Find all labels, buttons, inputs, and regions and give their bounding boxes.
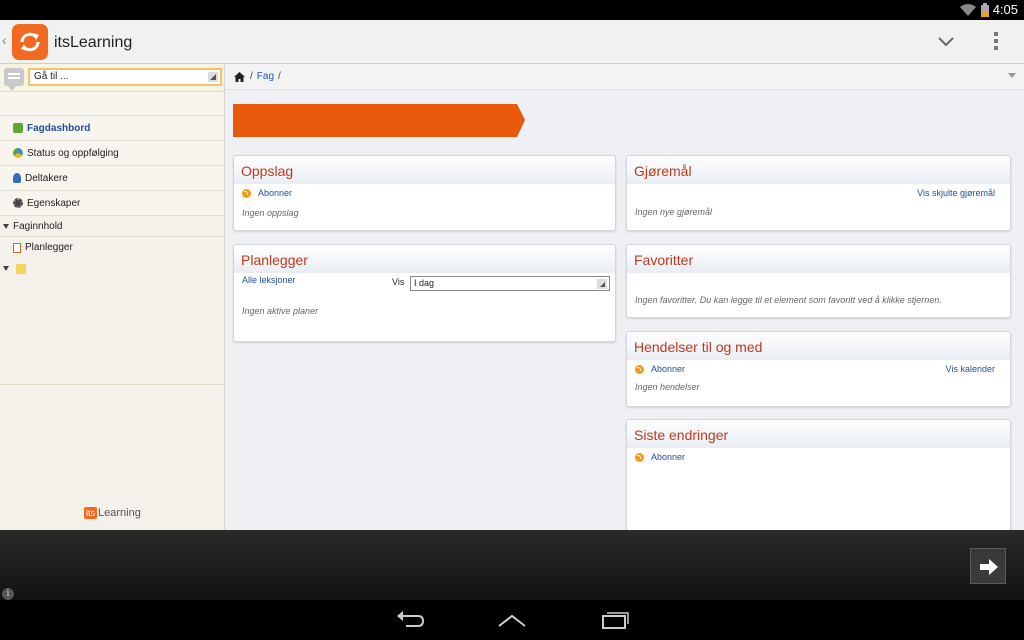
sidebar-item-label: Fagdashbord [27,122,91,134]
sidebar-bottom: its Learning [0,384,224,530]
app-logo[interactable] [12,24,48,60]
card-title: Favoritter [627,245,1010,273]
sidebar-item-deltakere[interactable]: Deltakere [0,166,224,191]
breadcrumb-dropdown-icon[interactable] [1008,73,1016,78]
rss-icon [635,364,644,374]
person-icon [13,173,21,183]
card-title: Gjøremål [627,156,1010,184]
card-title: Hendelser til og med [627,332,1010,360]
empty-text: Ingen hendelser [635,382,700,392]
empty-text: Ingen favoritter. Du kan legge til et el… [635,295,942,305]
vis-select[interactable]: I dag [410,276,610,291]
back-icon[interactable] [394,610,426,630]
app-title: itsLearning [54,34,133,51]
subscribe-link[interactable]: Abonner [635,452,685,462]
card-title: Oppslag [234,156,615,184]
breadcrumb: / Fag / [225,64,1024,90]
expand-triangle-icon [3,223,9,229]
breadcrumb-link-fag[interactable]: Fag [257,71,274,82]
sidebar-item-label: Deltakere [25,172,68,184]
sidebar-item-egenskaper[interactable]: Egenskaper [0,191,224,216]
status-icon [13,148,23,158]
wifi-icon [960,3,976,16]
sidebar-item-label: Planlegger [25,242,73,253]
empty-text: Ingen nye gjøremål [635,207,713,217]
next-button[interactable] [970,548,1006,584]
sync-icon [20,32,40,52]
course-banner [233,104,525,137]
bottom-bar: i [0,530,1024,600]
all-lessons-link[interactable]: Alle leksjoner [242,275,296,285]
subscribe-link[interactable]: Abonner [242,188,292,198]
overflow-menu-icon[interactable] [994,32,1002,53]
status-bar: 4:05 [0,0,1024,20]
chat-icon[interactable] [4,68,24,91]
expand-triangle-icon [3,266,9,271]
vis-select-value: I dag [414,278,435,288]
info-icon[interactable]: i [2,588,14,600]
show-calendar-link[interactable]: Vis kalender [946,364,995,374]
dashboard-icon [13,123,23,133]
clock: 4:05 [992,2,1018,17]
system-nav-bar [0,600,1024,640]
sidebar-section-label: Faginnhold [13,220,63,232]
back-chevron-icon[interactable]: ‹ [2,32,7,48]
sidebar-spacer [0,92,224,116]
itslearning-logo: its Learning [84,507,141,519]
main-content: / Fag / Oppslag Abonner Ingen oppslag Pl… [225,64,1024,530]
sidebar-item-planlegger[interactable]: Planlegger [0,237,224,258]
recents-icon[interactable] [598,610,630,630]
sidebar-item-label: Egenskaper [27,197,81,209]
rss-icon [635,452,644,462]
goto-select-value: Gå til ... [34,71,69,82]
subscribe-link[interactable]: Abonner [635,364,685,374]
vis-label: Vis [392,277,405,287]
sidebar-item-fagdashbord[interactable]: Fagdashbord [0,116,224,141]
home-icon[interactable] [234,71,245,82]
home-nav-icon[interactable] [496,610,528,630]
card-oppslag: Oppslag Abonner Ingen oppslag [233,155,616,231]
card-hendelser: Hendelser til og med Abonner Vis kalende… [626,331,1011,407]
select-arrow-icon [208,72,218,82]
sidebar-item-status[interactable]: Status og oppfølging [0,141,224,166]
breadcrumb-separator: / [278,71,281,82]
sidebar-top: Gå til ... [0,64,224,92]
card-planlegger: Planlegger Alle leksjoner Vis Ingen akti… [233,244,616,342]
empty-text: Ingen aktive planer [242,306,319,316]
card-siste-endringer: Siste endringer Abonner [626,419,1011,530]
action-bar: ‹ itsLearning [0,20,1024,64]
card-gjoremal: Gjøremål Vis skjulte gjøremål Ingen nye … [626,155,1011,231]
chevron-down-icon[interactable] [936,32,956,52]
goto-select[interactable]: Gå til ... [28,68,222,86]
card-title: Siste endringer [627,420,1010,448]
empty-text: Ingen oppslag [242,207,299,218]
folder-icon [16,263,26,274]
battery-icon [981,3,989,17]
show-hidden-tasks-link[interactable]: Vis skjulte gjøremål [917,188,995,198]
planner-icon [13,242,21,253]
gear-icon [13,198,23,208]
sidebar-section-faginnhold[interactable]: Faginnhold [0,216,224,237]
arrow-right-icon [980,559,998,575]
sidebar-folder[interactable] [0,258,224,279]
sidebar: Gå til ... Fagdashbord Status og oppfølg… [0,64,225,530]
select-arrow-icon [597,279,607,289]
card-favoritter: Favoritter Ingen favoritter. Du kan legg… [626,244,1011,318]
sidebar-item-label: Status og oppfølging [27,147,119,159]
breadcrumb-separator: / [250,71,253,82]
card-title: Planlegger [234,245,615,273]
rss-icon [242,188,251,198]
status-icons [960,3,990,17]
